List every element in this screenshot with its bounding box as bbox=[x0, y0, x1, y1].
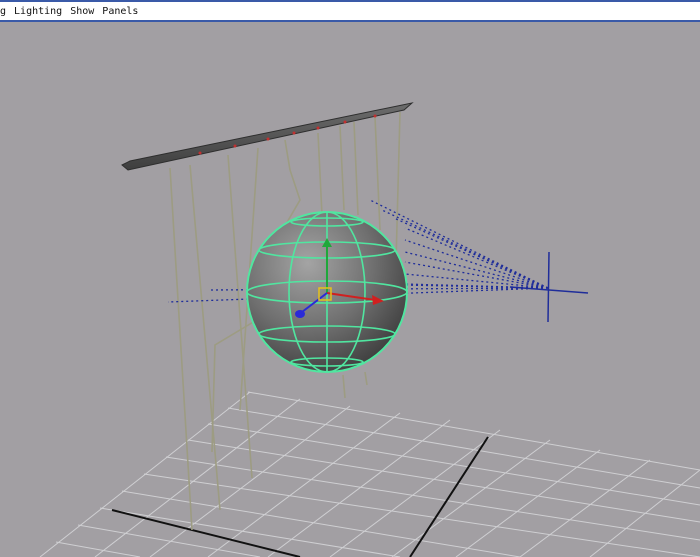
menu-item-g[interactable]: g bbox=[0, 6, 10, 17]
menu-item-panels[interactable]: Panels bbox=[98, 6, 142, 17]
ground-grid bbox=[39, 391, 700, 557]
top-bar bbox=[121, 102, 414, 171]
3d-viewport[interactable] bbox=[0, 22, 700, 557]
menu-item-show[interactable]: Show bbox=[66, 6, 98, 17]
viewport-menubar: g Lighting Show Panels bbox=[0, 0, 700, 22]
menu-item-lighting[interactable]: Lighting bbox=[10, 6, 66, 17]
